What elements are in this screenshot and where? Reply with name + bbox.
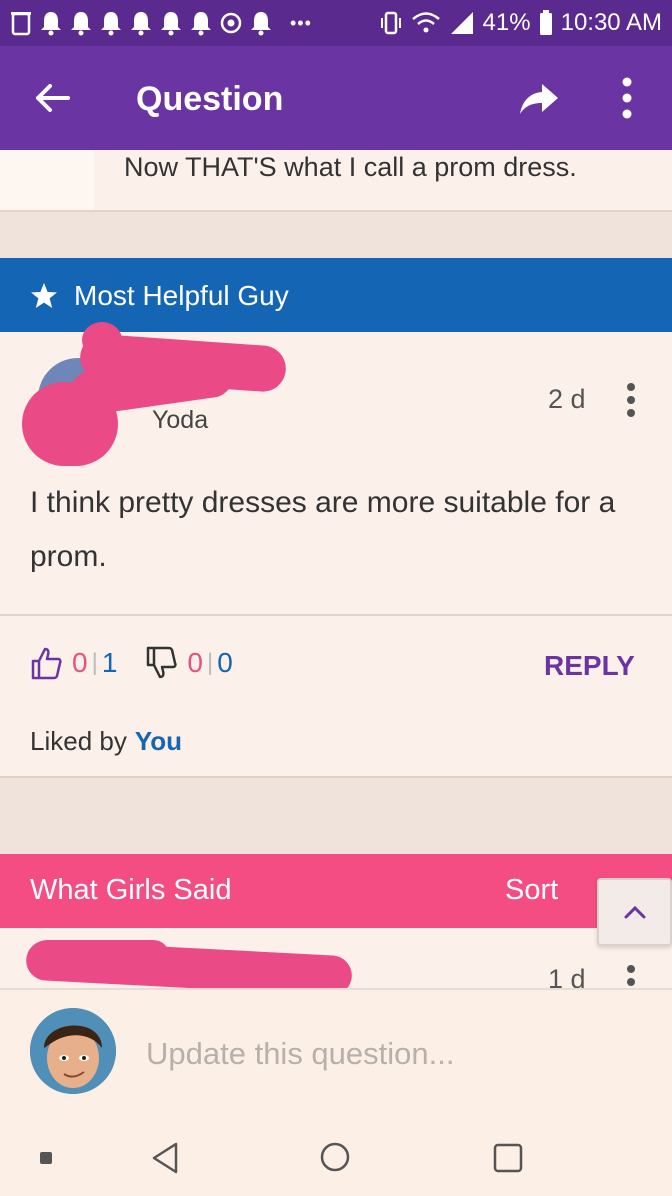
like-count-right: 1 — [101, 647, 118, 678]
indent-strip — [0, 150, 94, 210]
liked-by-user[interactable]: You — [135, 726, 182, 756]
battery-icon — [539, 10, 552, 35]
divider — [0, 614, 672, 616]
system-nav-bar — [0, 1116, 672, 1196]
nav-back-icon[interactable] — [148, 1140, 182, 1176]
previous-answer-text: Now THAT'S what I call a prom dress. — [124, 152, 577, 182]
answer-menu-icon[interactable] — [622, 964, 640, 988]
app-bar: Question — [0, 46, 672, 150]
sort-button[interactable]: Sort — [505, 874, 558, 907]
dislike-count-left: 0 — [187, 647, 203, 678]
answer-text: I think pretty dresses are more suitable… — [30, 486, 616, 573]
bell-icon — [71, 12, 91, 36]
trash-icon — [11, 12, 31, 36]
battery-percent: 41% — [482, 9, 531, 36]
nav-recents-icon[interactable] — [492, 1142, 524, 1174]
redaction-mark — [22, 382, 118, 466]
bell-icon — [101, 12, 121, 36]
most-helpful-label: Most Helpful Guy — [74, 280, 289, 311]
update-composer: Update this question... — [0, 988, 672, 1116]
thumbs-down-icon[interactable] — [145, 646, 178, 680]
post-time: 1 d — [548, 964, 586, 988]
bell-icon — [161, 12, 181, 36]
liked-by-label: Liked by — [30, 726, 127, 756]
back-arrow-icon[interactable] — [32, 78, 72, 118]
system-status: 41% 10:30 AM — [379, 9, 662, 37]
liked-by-line: Liked by You — [30, 726, 182, 757]
signal-icon — [450, 12, 473, 34]
page-title: Question — [136, 80, 284, 118]
chrome-icon — [220, 12, 242, 34]
wifi-icon — [411, 12, 440, 33]
more-notifications-icon: ••• — [290, 12, 312, 33]
notification-icons: ••• — [10, 10, 312, 36]
previous-answer-card: Now THAT'S what I call a prom dress. — [0, 150, 672, 212]
status-bar: ••• 41% 10:30 AM — [0, 0, 672, 46]
vote-row: 0 | 1 0 | 0 — [30, 646, 233, 680]
bell-icon — [191, 12, 211, 36]
user-avatar[interactable] — [30, 1008, 116, 1094]
post-time: 2 d — [548, 384, 586, 414]
answer-card: Yoda 2 d I think pretty dresses are more… — [0, 322, 672, 778]
share-icon[interactable] — [518, 78, 560, 118]
vibrate-icon — [380, 11, 401, 35]
clock: 10:30 AM — [560, 9, 662, 36]
separator: | — [206, 649, 214, 676]
avatar-illustration — [30, 1008, 116, 1094]
answer-menu-icon[interactable] — [622, 382, 640, 418]
section-title: What Girls Said — [30, 874, 232, 906]
bell-icon — [41, 12, 61, 36]
star-icon — [31, 283, 57, 308]
dislike-count-right: 0 — [217, 647, 233, 678]
thumbs-up-icon[interactable] — [30, 646, 62, 680]
redaction-mark — [82, 322, 122, 358]
redaction-mark — [30, 940, 170, 974]
reply-button[interactable]: REPLY — [544, 650, 635, 682]
scroll-to-top-button[interactable] — [597, 878, 672, 946]
like-count-left: 0 — [72, 647, 88, 678]
chevron-up-icon — [624, 905, 646, 919]
author-name[interactable]: Yoda — [152, 406, 208, 435]
girls-section-header: What Girls Said Sort — [0, 854, 672, 928]
most-helpful-banner: Most Helpful Guy — [0, 258, 672, 332]
update-question-input[interactable]: Update this question... — [146, 1036, 454, 1072]
bell-icon — [131, 12, 151, 36]
next-answer-card: 1 d — [0, 928, 672, 988]
bell-icon — [251, 12, 271, 36]
overflow-menu-icon[interactable] — [616, 76, 638, 120]
nav-indicator-icon — [40, 1152, 52, 1164]
separator: | — [91, 649, 98, 676]
nav-home-icon[interactable] — [318, 1140, 352, 1174]
